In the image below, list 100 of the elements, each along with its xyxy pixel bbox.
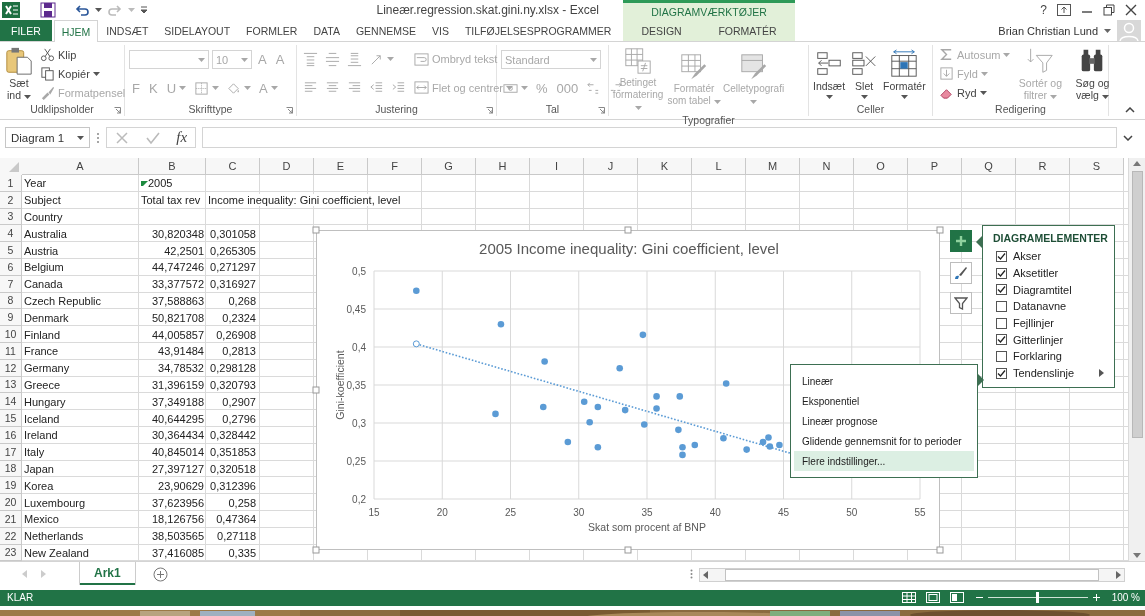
- ribbon-tab[interactable]: FORMATÉR: [710, 20, 785, 41]
- row-number[interactable]: 15: [0, 410, 22, 427]
- column-header[interactable]: O: [854, 158, 908, 175]
- ribbon-button[interactable]: Indsæt: [813, 47, 846, 100]
- help-button[interactable]: ?: [1040, 3, 1047, 17]
- data-point[interactable]: [776, 441, 783, 449]
- checkbox[interactable]: [996, 317, 1007, 329]
- data-point[interactable]: [691, 441, 699, 449]
- zoom-slider-thumb[interactable]: [1036, 592, 1040, 604]
- dialog-launcher-icon[interactable]: [286, 107, 293, 114]
- row-number[interactable]: 9: [0, 309, 22, 327]
- zoom-in-icon[interactable]: [1092, 594, 1100, 602]
- axis-title[interactable]: Gini-koefficient: [334, 350, 346, 420]
- zoom-level[interactable]: 100 %: [1111, 592, 1140, 604]
- app-logo-icon[interactable]: [2, 1, 20, 19]
- checkbox[interactable]: [996, 350, 1007, 362]
- resize-handle[interactable]: [312, 386, 320, 394]
- name-box[interactable]: Diagram 1: [5, 127, 90, 148]
- scroll-left-icon[interactable]: [703, 571, 708, 580]
- data-point[interactable]: [675, 426, 682, 434]
- submenu-arrow-icon[interactable]: [1099, 369, 1104, 378]
- data-point[interactable]: [722, 380, 730, 387]
- column-header[interactable]: E: [314, 158, 368, 175]
- scroll-down-icon[interactable]: [1133, 553, 1141, 559]
- row-number[interactable]: 20: [0, 494, 22, 511]
- restore-icon[interactable]: [1103, 4, 1115, 16]
- ribbon-button[interactable]: Kopiér: [38, 65, 102, 82]
- ribbon-tab[interactable]: INDSÆT: [98, 20, 157, 41]
- dialog-launcher-icon[interactable]: [598, 107, 605, 114]
- resize-handle[interactable]: [312, 546, 320, 554]
- scroll-thumb[interactable]: [725, 569, 1099, 582]
- close-icon[interactable]: [1125, 4, 1137, 16]
- column-header[interactable]: I: [530, 158, 584, 175]
- ribbon-tab[interactable]: GENNEMSE: [347, 20, 424, 41]
- collapse-ribbon-icon[interactable]: [1125, 107, 1135, 113]
- option-label[interactable]: Tendenslinje: [1013, 367, 1075, 380]
- add-sheet-icon[interactable]: [152, 567, 168, 583]
- option-label[interactable]: Gitterlinjer: [1013, 333, 1064, 346]
- menu-item[interactable]: Glidende gennemsnit for to perioder: [794, 431, 974, 451]
- column-header[interactable]: G: [422, 158, 476, 175]
- data-point[interactable]: [720, 434, 727, 442]
- check-icon[interactable]: [144, 130, 161, 145]
- dialog-launcher-icon[interactable]: [486, 107, 493, 114]
- row-number[interactable]: 10: [0, 326, 22, 343]
- more-icon[interactable]: [96, 130, 100, 145]
- column-header[interactable]: S: [1070, 158, 1124, 175]
- row-number[interactable]: 19: [0, 477, 22, 495]
- splitter-icon[interactable]: [690, 569, 693, 580]
- ribbon-tab[interactable]: DESIGN: [633, 20, 690, 41]
- data-point[interactable]: [765, 434, 772, 441]
- ribbon-button[interactable]: Ryd: [937, 84, 989, 101]
- column-header[interactable]: N: [800, 158, 854, 175]
- data-point[interactable]: [621, 406, 629, 414]
- redo-icon[interactable]: [107, 2, 123, 18]
- cancel-icon[interactable]: [114, 130, 129, 145]
- scroll-right-icon[interactable]: [1116, 571, 1121, 580]
- data-point[interactable]: [594, 444, 602, 451]
- row-number[interactable]: 14: [0, 393, 22, 411]
- ribbon-button[interactable]: Klip: [38, 46, 79, 63]
- checkbox[interactable]: [996, 367, 1007, 379]
- resize-handle[interactable]: [624, 546, 632, 554]
- formula-input[interactable]: [202, 127, 1117, 148]
- column-header[interactable]: R: [1016, 158, 1070, 175]
- scroll-thumb[interactable]: [1131, 171, 1143, 439]
- chart-filters-button[interactable]: [950, 292, 972, 314]
- checkbox[interactable]: [996, 284, 1007, 296]
- resize-handle[interactable]: [936, 226, 944, 234]
- data-point[interactable]: [541, 358, 548, 365]
- checkbox[interactable]: [996, 334, 1007, 346]
- checkbox[interactable]: [996, 250, 1007, 262]
- sheet-tab[interactable]: Ark1: [80, 562, 135, 586]
- data-point[interactable]: [759, 438, 767, 446]
- column-header[interactable]: Q: [962, 158, 1016, 175]
- chart-elements-button[interactable]: [950, 230, 972, 252]
- data-point[interactable]: [616, 365, 623, 372]
- resize-handle[interactable]: [936, 546, 944, 554]
- column-header[interactable]: H: [476, 158, 530, 175]
- column-header[interactable]: K: [638, 158, 692, 175]
- ribbon-tab[interactable]: DATA: [305, 20, 348, 41]
- page-break-icon[interactable]: [949, 592, 964, 604]
- ribbon-button[interactable]: Søg og vælg: [1068, 45, 1117, 102]
- chart-styles-button[interactable]: [950, 262, 972, 284]
- column-header[interactable]: P: [908, 158, 962, 175]
- column-header[interactable]: M: [746, 158, 800, 175]
- column-header[interactable]: J: [584, 158, 638, 175]
- chart-title[interactable]: 2005 Income inequality: Gini coefficient, level: [479, 240, 779, 257]
- insert-function-button[interactable]: fx: [176, 129, 188, 146]
- expand-icon[interactable]: [1123, 134, 1133, 141]
- column-header[interactable]: B: [139, 158, 206, 175]
- undo-icon[interactable]: [74, 2, 90, 18]
- ribbon-tab[interactable]: FORMLER: [238, 20, 306, 41]
- axis-title[interactable]: Skat som procent af BNP: [588, 521, 706, 533]
- checkbox[interactable]: [996, 300, 1007, 312]
- data-point[interactable]: [413, 287, 420, 295]
- data-point[interactable]: [497, 320, 505, 328]
- menu-item[interactable]: Flere indstillinger...: [794, 451, 974, 471]
- option-label[interactable]: Diagramtitel: [1013, 283, 1072, 296]
- resize-handle[interactable]: [312, 226, 320, 234]
- ribbon-button[interactable]: Formatér: [883, 47, 926, 100]
- data-point[interactable]: [564, 438, 572, 446]
